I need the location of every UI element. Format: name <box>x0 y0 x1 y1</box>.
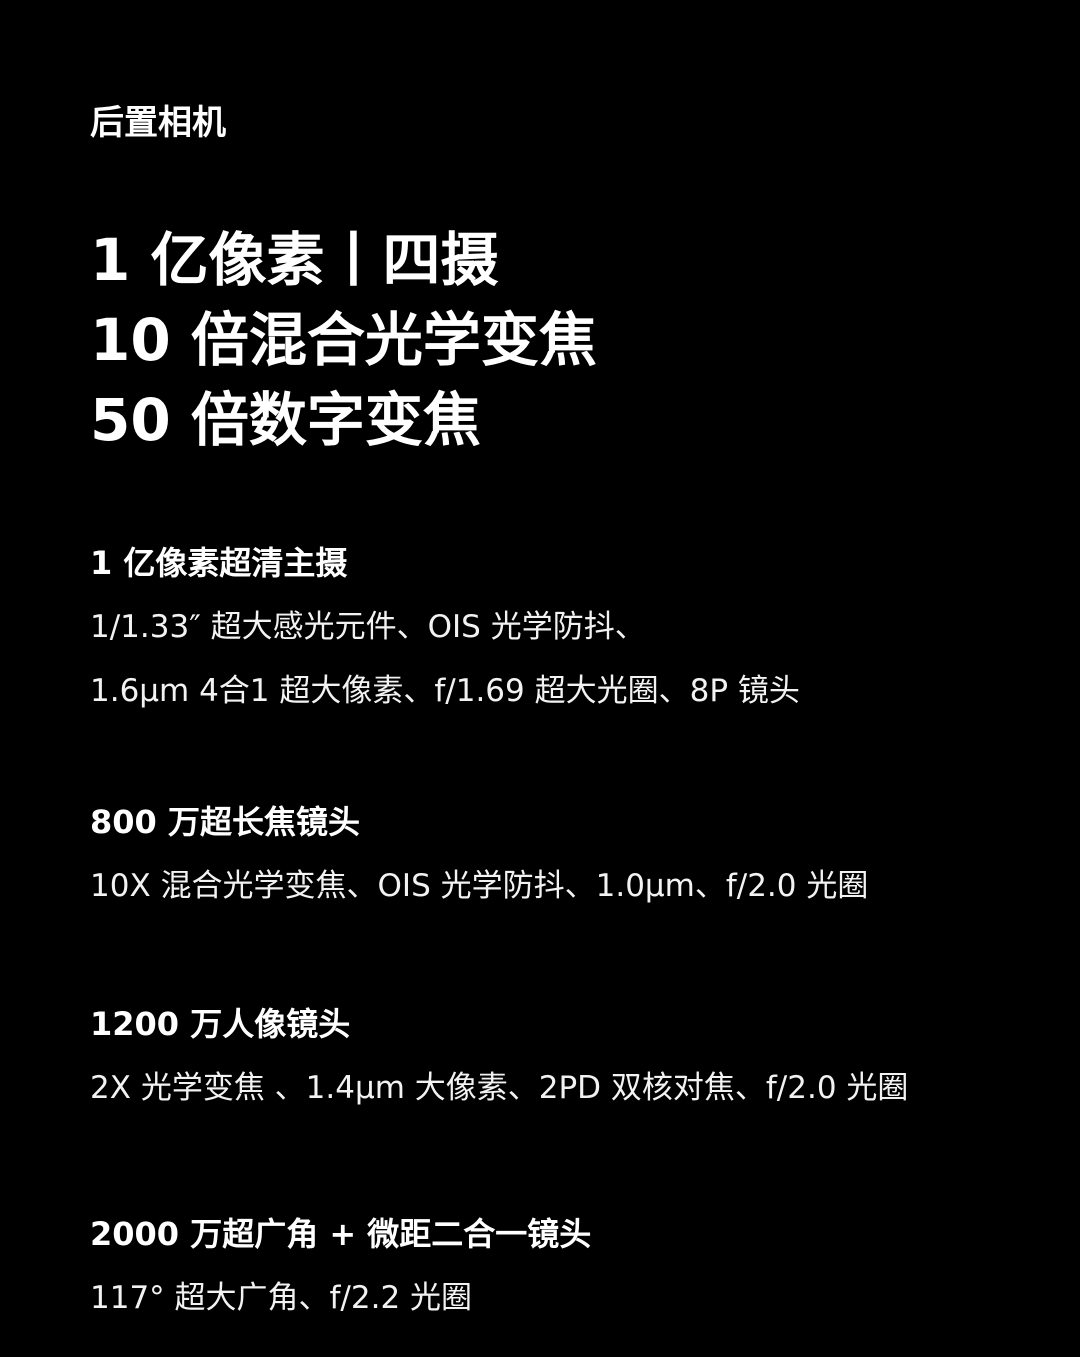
headline: 1 亿像素丨四摄 10 倍混合光学变焦 50 倍数字变焦 <box>90 220 597 460</box>
spec-detail: 2X 光学变焦 、1.4μm 大像素、2PD 双核对焦、f/2.0 光圈 <box>90 1070 909 1106</box>
spec-telephoto-camera: 800 万超长焦镜头 10X 混合光学变焦、OIS 光学防抖、1.0μm、f/2… <box>90 800 1050 918</box>
spec-detail: 10X 混合光学变焦、OIS 光学防抖、1.0μm、f/2.0 光圈 <box>90 868 869 904</box>
headline-line-2: 10 倍混合光学变焦 <box>90 306 597 374</box>
section-label: 后置相机 <box>90 103 226 143</box>
headline-line-1: 1 亿像素丨四摄 <box>90 226 499 294</box>
spec-main-camera: 1 亿像素超清主摄 1/1.33″ 超大感光元件、OIS 光学防抖、 1.6μm… <box>90 541 1050 723</box>
spec-title: 1200 万人像镜头 <box>90 1005 351 1043</box>
headline-line-3: 50 倍数字变焦 <box>90 386 481 454</box>
spec-title: 2000 万超广角 + 微距二合一镜头 <box>90 1215 592 1253</box>
spec-portrait-camera: 1200 万人像镜头 2X 光学变焦 、1.4μm 大像素、2PD 双核对焦、f… <box>90 1002 1050 1120</box>
spec-title: 800 万超长焦镜头 <box>90 803 360 841</box>
spec-detail: 1.6μm 4合1 超大像素、f/1.69 超大光圈、8P 镜头 <box>90 673 800 709</box>
spec-detail: 117° 超大广角、f/2.2 光圈 <box>90 1280 473 1316</box>
spec-detail: 1/1.33″ 超大感光元件、OIS 光学防抖、 <box>90 609 646 645</box>
spec-ultrawide-macro-camera: 2000 万超广角 + 微距二合一镜头 117° 超大广角、f/2.2 光圈 <box>90 1212 1050 1330</box>
spec-title: 1 亿像素超清主摄 <box>90 544 348 582</box>
